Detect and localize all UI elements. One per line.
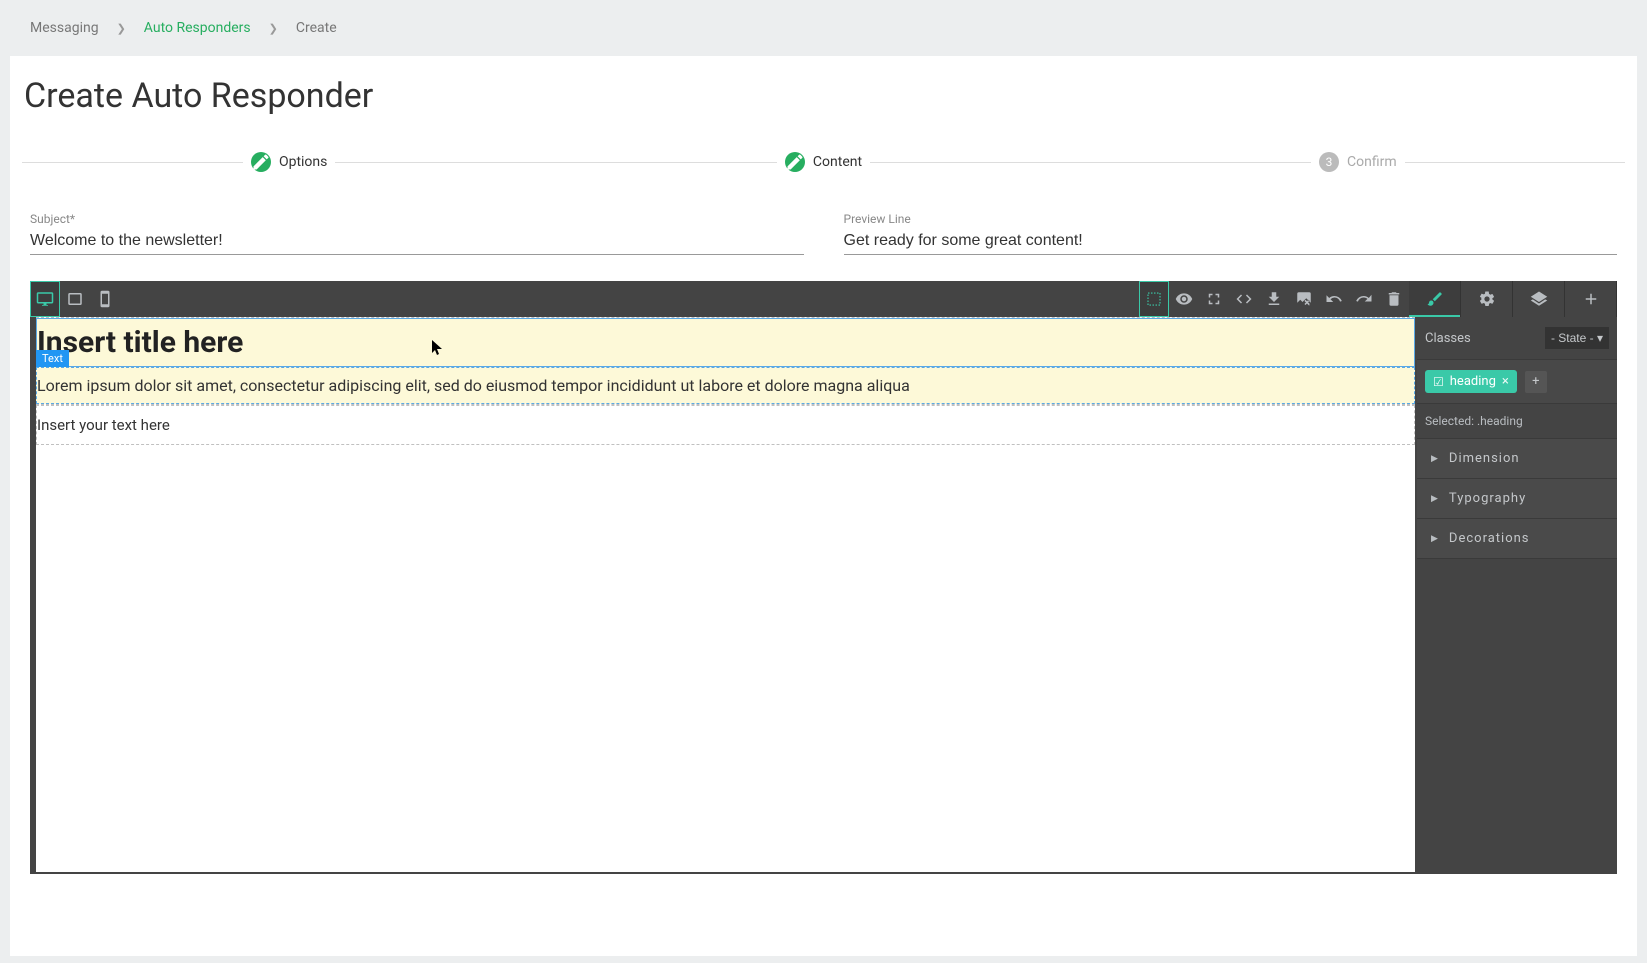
- wizard-label: Confirm: [1347, 154, 1397, 170]
- styles-tab[interactable]: [1409, 281, 1461, 317]
- redo-button[interactable]: [1349, 281, 1379, 317]
- caret-right-icon: ▶: [1431, 534, 1439, 544]
- subject-input[interactable]: [30, 228, 804, 255]
- selected-indicator: Selected: .heading: [1417, 404, 1617, 439]
- undo-button[interactable]: [1319, 281, 1349, 317]
- layers-tab[interactable]: [1513, 281, 1565, 317]
- canvas-placeholder-block[interactable]: Insert your text here: [36, 405, 1415, 445]
- panel-tabs: [1409, 281, 1617, 317]
- preview-button[interactable]: [1169, 281, 1199, 317]
- canvas-placeholder-text[interactable]: Insert your text here: [37, 416, 170, 434]
- breadcrumb-item-auto-responders[interactable]: Auto Responders: [144, 20, 251, 36]
- subject-label: Subject*: [30, 212, 804, 226]
- accordion-label: Typography: [1449, 491, 1526, 506]
- main-card: Create Auto Responder Options Content 3 …: [10, 56, 1637, 956]
- element-type-badge: Text: [36, 350, 69, 367]
- edit-icon: [251, 152, 271, 172]
- editor-toolbar: [30, 281, 1617, 317]
- blocks-tab[interactable]: [1565, 281, 1617, 317]
- delete-button[interactable]: [1379, 281, 1409, 317]
- wizard-step-options[interactable]: Options: [22, 152, 556, 172]
- wizard-step-content[interactable]: Content: [556, 152, 1090, 172]
- breadcrumb-item-messaging[interactable]: Messaging: [30, 20, 99, 36]
- class-tag-heading[interactable]: ☑ heading ×: [1425, 370, 1517, 393]
- classes-heading: Classes: [1425, 331, 1545, 346]
- download-button[interactable]: [1259, 281, 1289, 317]
- canvas-column: Insert title here Text Lorem ipsum dolor…: [30, 317, 1417, 874]
- toggle-outline-button[interactable]: [1139, 281, 1169, 317]
- canvas-lorem-text[interactable]: Lorem ipsum dolor sit amet, consectetur …: [37, 376, 910, 395]
- breadcrumb: Messaging ❯ Auto Responders ❯ Create: [0, 0, 1647, 56]
- canvas-heading-text[interactable]: Insert title here: [37, 319, 1414, 366]
- state-select[interactable]: - State - ▾: [1545, 327, 1609, 349]
- accordion-typography[interactable]: ▶ Typography: [1417, 479, 1617, 519]
- wizard-label: Options: [279, 154, 327, 170]
- page-title: Create Auto Responder: [22, 76, 1625, 116]
- clear-image-button[interactable]: [1289, 281, 1319, 317]
- canvas-heading-block[interactable]: Insert title here: [36, 318, 1415, 367]
- wizard-steps: Options Content 3 Confirm: [22, 152, 1625, 172]
- edit-icon: [785, 152, 805, 172]
- editor-body: Insert title here Text Lorem ipsum dolor…: [30, 317, 1617, 874]
- device-mobile-button[interactable]: [90, 281, 120, 317]
- wizard-label: Content: [813, 154, 862, 170]
- step-number-icon: 3: [1319, 152, 1339, 172]
- caret-right-icon: ▶: [1431, 454, 1439, 464]
- editor-canvas[interactable]: Insert title here Text Lorem ipsum dolor…: [32, 317, 1415, 872]
- chevron-right-icon: ❯: [117, 22, 126, 35]
- caret-right-icon: ▶: [1431, 494, 1439, 504]
- preview-line-label: Preview Line: [844, 212, 1618, 226]
- preview-line-input[interactable]: [844, 228, 1618, 255]
- form-row: Subject* Preview Line: [22, 212, 1625, 255]
- settings-tab[interactable]: [1461, 281, 1513, 317]
- accordion-dimension[interactable]: ▶ Dimension: [1417, 439, 1617, 479]
- breadcrumb-item-create: Create: [296, 20, 337, 36]
- tag-check-icon: ☑: [1433, 375, 1444, 389]
- accordion-label: Dimension: [1449, 451, 1520, 466]
- device-tablet-button[interactable]: [60, 281, 90, 317]
- accordion-label: Decorations: [1449, 531, 1530, 546]
- fullscreen-button[interactable]: [1199, 281, 1229, 317]
- style-sidebar: Classes - State - ▾ ☑ heading × + Select…: [1417, 317, 1617, 874]
- wizard-step-confirm[interactable]: 3 Confirm: [1091, 152, 1625, 172]
- device-desktop-button[interactable]: [30, 281, 60, 317]
- chevron-right-icon: ❯: [269, 22, 278, 35]
- canvas-text-block[interactable]: Text Lorem ipsum dolor sit amet, consect…: [36, 367, 1415, 404]
- remove-class-button[interactable]: ×: [1502, 374, 1509, 389]
- add-class-button[interactable]: +: [1525, 371, 1547, 393]
- accordion-decorations[interactable]: ▶ Decorations: [1417, 519, 1617, 559]
- class-tag-label: heading: [1450, 374, 1496, 389]
- code-view-button[interactable]: [1229, 281, 1259, 317]
